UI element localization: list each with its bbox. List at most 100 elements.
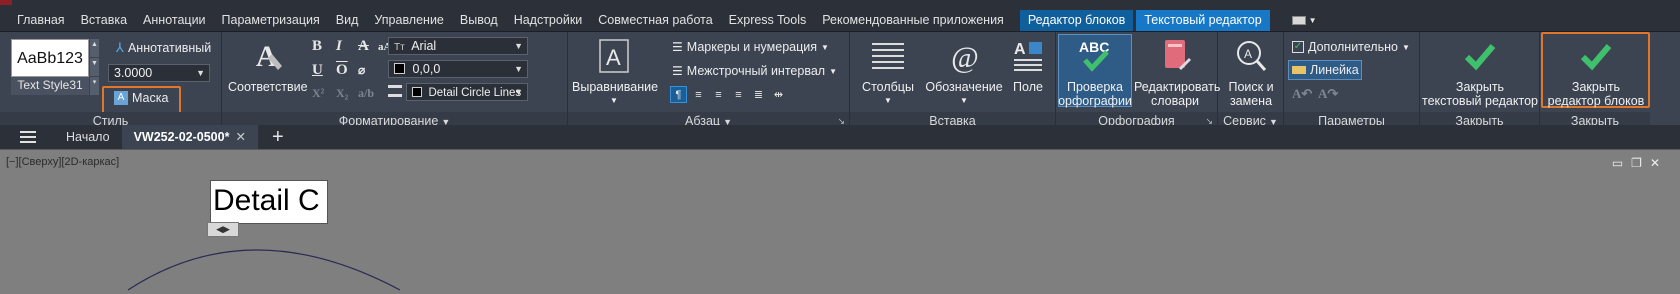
svg-text:@: @ (951, 41, 979, 74)
bold-icon[interactable]: B (312, 38, 322, 55)
strikethrough-icon[interactable]: A (358, 38, 369, 55)
tab-home[interactable]: Главная (9, 10, 73, 31)
distribute-icon[interactable]: ⇹ (770, 86, 787, 103)
overline-icon[interactable]: O (336, 62, 348, 79)
panel-paragraph: A Выравнивание ▼ ☰ Маркеры и нумерация ▼… (568, 32, 850, 130)
line-spacing-label: Межстрочный интервал (686, 64, 826, 78)
dictionary-icon (1165, 40, 1191, 70)
clear-format-icon[interactable]: ⌀ (358, 63, 365, 78)
chevron-down-icon: ▼ (514, 64, 523, 74)
bullets-icon: ☰ (672, 40, 683, 54)
search-icon: A (1237, 41, 1267, 71)
alignment-group: ¶ ≡ ≡ ≡ ≣ ⇹ (670, 86, 787, 103)
color-combo[interactable]: 0,0,0 ▼ (388, 60, 528, 78)
chevron-down-icon: ▼ (1308, 16, 1317, 25)
spell-check-button[interactable]: ABC Проверка орфографии (1058, 38, 1132, 108)
columns-button[interactable]: Столбцы ▼ (858, 38, 918, 108)
subscript-icon: X₂ (336, 86, 349, 100)
italic-icon[interactable]: I (336, 38, 342, 55)
find-replace-button[interactable]: A Поиск и замена (1220, 38, 1282, 108)
tab-insert[interactable]: Вставка (73, 10, 135, 31)
match-properties-button[interactable]: A Соответствие (228, 38, 308, 94)
align-left-icon[interactable]: ≡ (690, 86, 707, 103)
tab-drawing[interactable]: VW252-02-0500* ✕ (121, 125, 258, 149)
match-brush-icon: A (256, 40, 282, 73)
ruler-button[interactable]: Линейка (1292, 63, 1359, 77)
tab-annotate[interactable]: Аннотации (135, 10, 213, 31)
chevron-down-icon: ▼ (960, 96, 968, 105)
tab-view[interactable]: Вид (328, 10, 367, 31)
field-button[interactable]: A Поле (1006, 38, 1050, 94)
tab-featured-apps[interactable]: Рекомендованные приложения (814, 10, 1012, 31)
layer-value: Detail Circle Lines (428, 87, 522, 99)
text-height-value: 3.0000 (114, 66, 153, 80)
chevron-down-icon[interactable]: ▼ (90, 58, 99, 76)
close-text-editor-button[interactable]: Закрыть текстовый редактор (1422, 38, 1538, 108)
edit-dictionaries-button[interactable]: Редактировать словари (1134, 38, 1220, 108)
tab-start[interactable]: Начало (54, 125, 122, 149)
chevron-down-icon: ▼ (514, 87, 523, 97)
tab-collaborate[interactable]: Совместная работа (590, 10, 720, 31)
tab-block-editor[interactable]: Редактор блоков (1019, 10, 1134, 31)
font-combo[interactable]: Tт Arial ▼ (388, 37, 528, 55)
underline-icon[interactable]: U (312, 62, 323, 79)
align-right-icon[interactable]: ≡ (730, 86, 747, 103)
annotative-button[interactable]: ⅄ Аннотативный (116, 40, 211, 56)
tab-express-tools[interactable]: Express Tools (721, 10, 815, 31)
ribbon-minimize-button[interactable]: ▼ (1291, 16, 1317, 25)
chevron-up-icon[interactable]: ▲ (90, 39, 99, 57)
annotative-icon: ⅄ (116, 40, 124, 55)
expand-icon[interactable]: ▾ (90, 77, 99, 95)
drawing-canvas[interactable]: [−][Сверху][2D-каркас] ▭ ❐ ✕ Detail C ◀▶ (0, 149, 1680, 294)
color-swatch (394, 63, 405, 74)
text-style-preview[interactable]: AaBb123 (11, 39, 89, 77)
panel-style: AaBb123 Text Style31 ▲ ▼ ▾ ⅄ Аннотативны… (0, 32, 222, 130)
line-spacing-button[interactable]: ☰ Межстрочный интервал ▼ (672, 64, 837, 78)
close-block-editor-button[interactable]: Закрыть редактор блоков (1544, 38, 1648, 108)
paragraph-icon[interactable]: ¶ (670, 86, 687, 103)
at-symbol-icon: @ (951, 41, 979, 74)
spell-check-icon: ABC (1079, 39, 1109, 72)
mtext-editor-box[interactable]: Detail C (210, 180, 328, 224)
symbol-button[interactable]: @ Обозначение ▼ (924, 38, 1004, 108)
panel-insert: Столбцы ▼ @ Обозначение ▼ A Поле Вставка (850, 32, 1056, 130)
layer-combo[interactable]: Detail Circle Lines ▼ (406, 83, 528, 101)
justify-full-icon[interactable]: ≣ (750, 86, 767, 103)
find-label-1: Поиск и (1228, 80, 1274, 94)
menu-icon[interactable] (20, 131, 36, 143)
align-center-icon[interactable]: ≡ (710, 86, 727, 103)
edit-dict-label-2: словари (1150, 94, 1200, 108)
superscript-icon: X² (312, 86, 325, 100)
ruler-label: Линейка (1310, 63, 1359, 77)
svg-text:A: A (1014, 41, 1026, 58)
chevron-down-icon: ▼ (514, 41, 523, 51)
more-button[interactable]: ✓ Дополнительно ▼ (1292, 40, 1410, 54)
justification-button[interactable]: A Выравнивание ▼ (572, 38, 658, 108)
text-style-name[interactable]: Text Style31 (11, 77, 89, 95)
panel-close-text: Закрыть текстовый редактор Закрыть (1420, 32, 1540, 130)
tab-parametric[interactable]: Параметризация (214, 10, 328, 31)
tab-output[interactable]: Вывод (452, 10, 506, 31)
text-height-combo[interactable]: 3.0000 ▼ (108, 64, 210, 82)
columns-icon (872, 43, 904, 69)
new-tab-icon[interactable]: + (272, 125, 284, 149)
chevron-down-icon: ▼ (884, 96, 892, 105)
tab-addins[interactable]: Надстройки (506, 10, 591, 31)
justify-icon: A (599, 39, 629, 73)
width-resize-handle[interactable]: ◀▶ (207, 222, 239, 237)
tab-manage[interactable]: Управление (366, 10, 452, 31)
close-icon[interactable]: ✕ (235, 130, 245, 144)
mask-button[interactable]: A Маска (114, 91, 168, 105)
spell-check-label-1: Проверка (1067, 80, 1123, 94)
panel-close-block: Закрыть редактор блоков Закрыть (1540, 32, 1680, 130)
tab-text-editor[interactable]: Текстовый редактор (1136, 10, 1270, 31)
field-label: Поле (1013, 80, 1043, 94)
redo-icon: A↷ (1318, 86, 1339, 101)
svg-text:A: A (606, 45, 621, 70)
bullets-button[interactable]: ☰ Маркеры и нумерация ▼ (672, 40, 829, 54)
find-label-2: замена (1229, 94, 1273, 108)
document-tab-bar: Начало VW252-02-0500* ✕ + (0, 125, 1680, 149)
mask-icon: A (114, 91, 128, 105)
close-block-label-2: редактор блоков (1547, 94, 1645, 108)
style-scroll[interactable]: ▲ ▼ ▾ (90, 39, 99, 95)
